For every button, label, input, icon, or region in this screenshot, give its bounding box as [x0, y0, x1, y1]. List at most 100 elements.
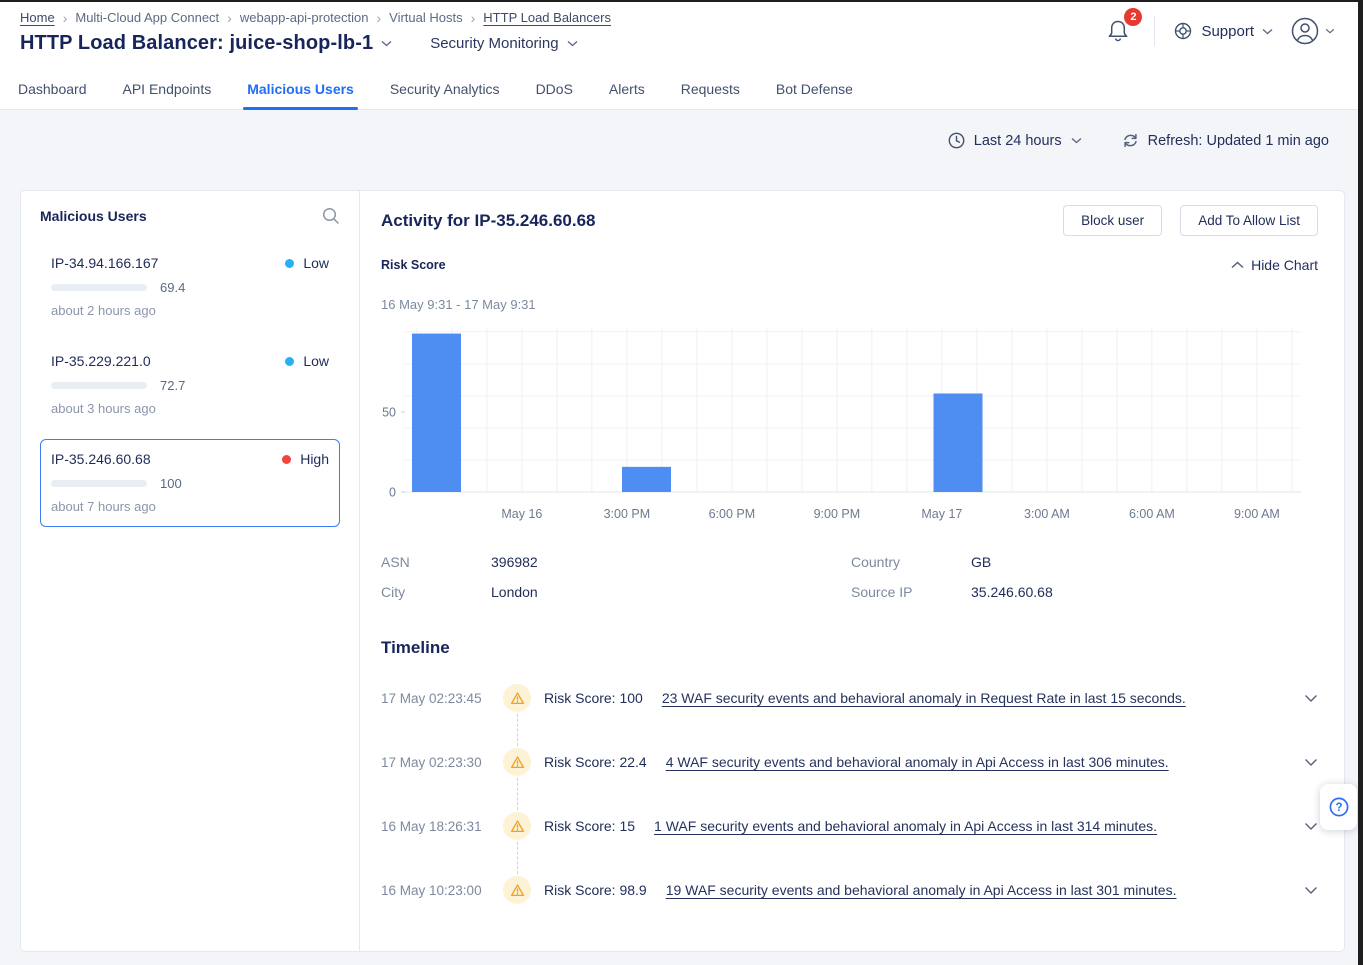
breadcrumb-separator: ›: [376, 11, 381, 25]
timeline-timestamp: 16 May 10:23:00: [381, 883, 503, 898]
svg-text:0: 0: [389, 486, 396, 500]
breadcrumb-item[interactable]: Virtual Hosts: [389, 10, 462, 25]
svg-text:May 16: May 16: [501, 507, 542, 521]
breadcrumb-item[interactable]: Home: [20, 10, 55, 25]
add-to-allow-list-button[interactable]: Add To Allow List: [1180, 205, 1318, 236]
tab-dashboard[interactable]: Dashboard: [0, 67, 105, 109]
svg-text:3:00 AM: 3:00 AM: [1024, 507, 1070, 521]
severity-dot: [285, 357, 294, 366]
chevron-down-icon: [1304, 694, 1318, 703]
detail-value: 35.246.60.68: [971, 584, 1318, 600]
activity-title: Activity for IP-35.246.60.68: [381, 211, 1063, 231]
time-range-selector[interactable]: Last 24 hours: [948, 132, 1082, 149]
breadcrumb-item[interactable]: webapp-api-protection: [240, 10, 369, 25]
chevron-down-icon: [1304, 886, 1318, 895]
refresh-label: Refresh: Updated 1 min ago: [1148, 133, 1329, 149]
detail-label: City: [381, 584, 491, 600]
risk-score-bar: [51, 284, 147, 291]
chevron-down-icon: [1304, 822, 1318, 831]
risk-score-bar: [51, 480, 147, 487]
user-last-seen: about 3 hours ago: [51, 401, 329, 416]
timeline-event-link[interactable]: 1 WAF security events and behavioral ano…: [654, 818, 1292, 834]
time-range-label: Last 24 hours: [974, 133, 1062, 149]
timeline-entry: 17 May 02:23:30Risk Score: 22.44 WAF sec…: [381, 730, 1318, 794]
svg-text:50: 50: [382, 405, 396, 419]
support-label: Support: [1201, 23, 1254, 40]
support-menu[interactable]: Support: [1173, 21, 1273, 41]
malicious-user-item[interactable]: IP-35.246.60.68High100about 7 hours ago: [40, 439, 340, 527]
search-icon[interactable]: [322, 207, 340, 225]
svg-text:3:00 PM: 3:00 PM: [604, 507, 651, 521]
timeline-event-link[interactable]: 4 WAF security events and behavioral ano…: [666, 754, 1292, 770]
svg-text:6:00 AM: 6:00 AM: [1129, 507, 1175, 521]
user-ip: IP-35.229.221.0: [51, 353, 285, 369]
content-card: Malicious Users IP-34.94.166.167Low69.4a…: [20, 190, 1345, 952]
toolbar: Last 24 hours Refresh: Updated 1 min ago: [0, 110, 1363, 169]
context-selector[interactable]: Security Monitoring: [430, 35, 577, 52]
hide-chart-toggle[interactable]: Hide Chart: [1231, 257, 1318, 273]
svg-text:9:00 AM: 9:00 AM: [1234, 507, 1280, 521]
detail-label: Country: [851, 554, 971, 570]
detail-value: 396982: [491, 554, 851, 570]
timeline-expand-button[interactable]: [1304, 694, 1318, 703]
account-menu[interactable]: [1291, 17, 1335, 45]
malicious-users-sidebar: Malicious Users IP-34.94.166.167Low69.4a…: [21, 191, 360, 951]
detail-label: ASN: [381, 554, 491, 570]
risk-score-label: Risk Score: [381, 258, 1231, 272]
timeline-entry: 16 May 18:26:31Risk Score: 151 WAF secur…: [381, 794, 1318, 858]
tab-alerts[interactable]: Alerts: [591, 67, 663, 109]
malicious-user-item[interactable]: IP-35.229.221.0 Low 72.7 about 3 hours ago: [40, 341, 340, 429]
tab-security-analytics[interactable]: Security Analytics: [372, 67, 518, 109]
tab-api-endpoints[interactable]: API Endpoints: [105, 67, 230, 109]
detail-value: GB: [971, 554, 1318, 570]
risk-score-value: 72.7: [160, 378, 185, 393]
help-button[interactable]: ?: [1320, 784, 1357, 830]
chevron-down-icon: [1304, 758, 1318, 767]
breadcrumb-item[interactable]: HTTP Load Balancers: [483, 10, 611, 25]
timeline-risk-score: Risk Score: 100: [544, 690, 643, 706]
chevron-up-icon: [1231, 261, 1244, 269]
refresh-button[interactable]: Refresh: Updated 1 min ago: [1122, 132, 1329, 149]
timeline-expand-button[interactable]: [1304, 758, 1318, 767]
user-ip: IP-35.246.60.68: [51, 451, 282, 467]
user-ip: IP-34.94.166.167: [51, 255, 285, 271]
tab-malicious-users[interactable]: Malicious Users: [229, 67, 372, 109]
window-right-edge: [1358, 0, 1363, 965]
app-header: Home › Multi-Cloud App Connect › webapp-api-…: [0, 0, 1363, 67]
tab-ddos[interactable]: DDoS: [518, 67, 591, 109]
block-user-button[interactable]: Block user: [1063, 205, 1162, 236]
timeline-expand-button[interactable]: [1304, 822, 1318, 831]
chevron-down-icon: [1071, 137, 1082, 144]
risk-score-chart[interactable]: 050May 163:00 PM6:00 PM9:00 PMMay 173:00…: [381, 324, 1318, 532]
warning-icon: [510, 691, 525, 706]
tab-requests[interactable]: Requests: [663, 67, 758, 109]
malicious-user-item[interactable]: IP-34.94.166.167Low69.4about 2 hours ago: [40, 243, 340, 331]
timeline-entry: 16 May 10:23:00Risk Score: 98.919 WAF se…: [381, 858, 1318, 922]
window-top-edge: [0, 0, 1363, 2]
severity-label: Low: [303, 353, 329, 369]
timeline-event-link[interactable]: 23 WAF security events and behavioral an…: [662, 690, 1292, 706]
warning-icon: [510, 883, 525, 898]
severity-dot: [285, 259, 294, 268]
breadcrumb-item[interactable]: Multi-Cloud App Connect: [75, 10, 219, 25]
chevron-down-icon: [567, 40, 578, 47]
risk-score-bar: [51, 382, 147, 389]
timeline-warning-badge: [503, 876, 531, 904]
refresh-icon: [1122, 132, 1139, 149]
timeline-timestamp: 17 May 02:23:45: [381, 691, 503, 706]
lifebuoy-icon: [1173, 21, 1193, 41]
timeline-risk-score: Risk Score: 22.4: [544, 754, 647, 770]
notifications-button[interactable]: 2: [1100, 14, 1136, 48]
context-selector-label: Security Monitoring: [430, 35, 558, 52]
timeline-risk-score: Risk Score: 15: [544, 818, 635, 834]
title-chevron-down-icon[interactable]: [381, 40, 392, 47]
timeline-expand-button[interactable]: [1304, 886, 1318, 895]
breadcrumb-separator: ›: [63, 11, 68, 25]
severity-label: Low: [303, 255, 329, 271]
timeline-title: Timeline: [381, 638, 1318, 658]
timeline-event-link[interactable]: 19 WAF security events and behavioral an…: [666, 882, 1292, 898]
svg-text:9:00 PM: 9:00 PM: [814, 507, 861, 521]
tab-bot-defense[interactable]: Bot Defense: [758, 67, 871, 109]
activity-panel: Activity for IP-35.246.60.68 Block user …: [360, 191, 1344, 951]
svg-text:?: ?: [1335, 802, 1342, 814]
